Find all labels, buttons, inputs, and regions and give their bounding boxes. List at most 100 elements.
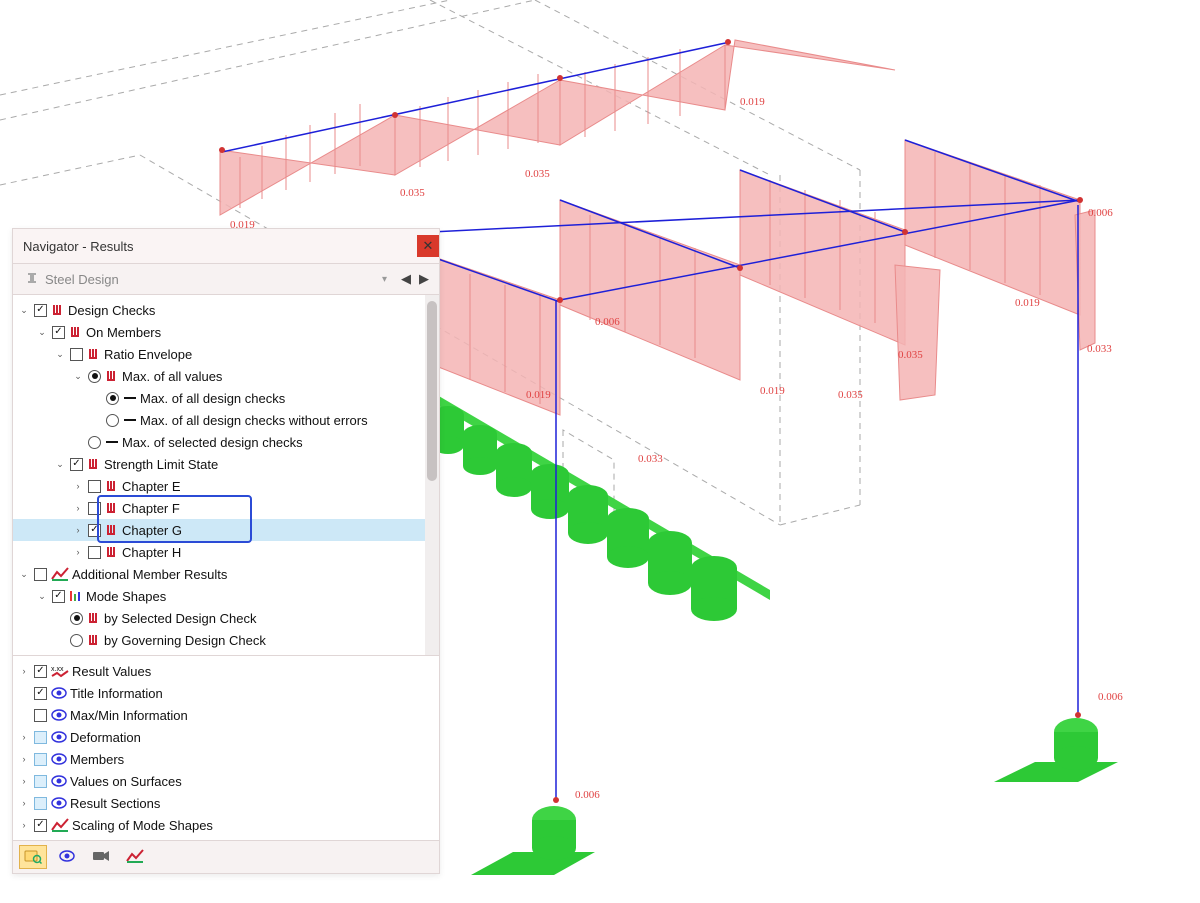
expander-icon[interactable]: ⌄ [71, 369, 85, 383]
tree-item-scaling[interactable]: › Scaling of Mode Shapes [13, 814, 439, 836]
tree-label: Max. of all design checks [140, 391, 285, 406]
frame-icon [105, 523, 119, 537]
expander-icon[interactable]: › [71, 545, 85, 559]
expander-icon[interactable]: › [71, 501, 85, 515]
eye-icon [51, 775, 67, 787]
tree-label: Values on Surfaces [70, 774, 182, 789]
tree-item-chapter-g[interactable]: › Chapter G [13, 519, 425, 541]
tree-item-design-checks[interactable]: ⌄ Design Checks [13, 299, 425, 321]
expander-icon[interactable]: ⌄ [35, 589, 49, 603]
tree-item-on-members[interactable]: ⌄ On Members [13, 321, 425, 343]
tree-item-max-all-checks[interactable]: Max. of all design checks [13, 387, 425, 409]
checkbox[interactable] [34, 797, 47, 810]
dash-icon [123, 391, 137, 405]
expander-icon[interactable]: › [17, 730, 31, 744]
tree-label: Max. of all values [122, 369, 222, 384]
checkbox[interactable] [34, 753, 47, 766]
checkbox[interactable] [88, 524, 101, 537]
tree-label: Max. of selected design checks [122, 435, 303, 450]
radio[interactable] [70, 634, 83, 647]
close-button[interactable]: ✕ [417, 235, 439, 257]
tree-item-chapter-h[interactable]: › Chapter H [13, 541, 425, 563]
expander-icon[interactable]: ⌄ [17, 567, 31, 581]
checkbox[interactable] [88, 502, 101, 515]
tree-item-maxmin[interactable]: Max/Min Information [13, 704, 439, 726]
radio[interactable] [106, 392, 119, 405]
checkbox[interactable] [34, 568, 47, 581]
expander-icon[interactable]: ⌄ [53, 347, 67, 361]
frame-icon [105, 545, 119, 559]
nav-prev-button[interactable]: ◀ [397, 268, 415, 290]
checkbox[interactable] [88, 480, 101, 493]
checkbox[interactable] [88, 546, 101, 559]
tree-label: Chapter H [122, 545, 181, 560]
checkbox[interactable] [34, 304, 47, 317]
panel-titlebar[interactable]: Navigator - Results ✕ [13, 229, 439, 264]
expander-icon[interactable]: ⌄ [35, 325, 49, 339]
tree-item-additional[interactable]: ⌄ Additional Member Results [13, 563, 425, 585]
tree-item-mode-shapes[interactable]: ⌄ Mode Shapes [13, 585, 425, 607]
checkbox[interactable] [34, 819, 47, 832]
radio[interactable] [70, 612, 83, 625]
checkbox[interactable] [70, 348, 83, 361]
expander-icon[interactable]: › [71, 479, 85, 493]
value-label: 0.035 [525, 168, 550, 180]
tree-item-members[interactable]: › Members [13, 748, 439, 770]
expander-icon[interactable]: › [71, 523, 85, 537]
graph-icon [126, 848, 144, 867]
tree-label: Chapter F [122, 501, 180, 516]
tree-label: Members [70, 752, 124, 767]
tree-item-ratio-envelope[interactable]: ⌄ Ratio Envelope [13, 343, 425, 365]
tree-item-max-all-values[interactable]: ⌄ Max. of all values [13, 365, 425, 387]
triangle-left-icon: ◀ [401, 271, 411, 287]
expander-icon[interactable]: › [17, 664, 31, 678]
tree-item-title-info[interactable]: Title Information [13, 682, 439, 704]
checkbox[interactable] [34, 687, 47, 700]
expander-icon[interactable]: › [17, 796, 31, 810]
tree-item-chapter-f[interactable]: › Chapter F [13, 497, 425, 519]
lower-tree[interactable]: › x.xx Result Values Title Information M… [13, 656, 439, 840]
radio[interactable] [88, 370, 101, 383]
scrollbar-thumb[interactable] [427, 301, 437, 481]
radio[interactable] [106, 414, 119, 427]
radio[interactable] [88, 436, 101, 449]
design-module-dropdown[interactable]: Steel Design ▾ [19, 268, 393, 290]
checkbox[interactable] [34, 665, 47, 678]
value-label: 0.019 [1015, 297, 1040, 309]
nav-next-button[interactable]: ▶ [415, 268, 433, 290]
tree-item-strength-limit[interactable]: ⌄ Strength Limit State [13, 453, 425, 475]
checkbox[interactable] [34, 775, 47, 788]
tab-camera-button[interactable] [87, 845, 115, 869]
frame-icon [105, 479, 119, 493]
checkbox[interactable] [70, 458, 83, 471]
tab-visibility-button[interactable] [53, 845, 81, 869]
checkbox[interactable] [52, 326, 65, 339]
checkbox[interactable] [34, 731, 47, 744]
tree-label: Additional Member Results [72, 567, 227, 582]
tree-label: by Selected Design Check [104, 611, 256, 626]
expander-icon[interactable]: › [17, 752, 31, 766]
tree-item-deformation[interactable]: › Deformation [13, 726, 439, 748]
tree-item-result-values[interactable]: › x.xx Result Values [13, 660, 439, 682]
tree-item-result-sections[interactable]: › Result Sections [13, 792, 439, 814]
tree-label: Chapter E [122, 479, 181, 494]
value-label: 0.033 [638, 453, 663, 465]
checkbox[interactable] [52, 590, 65, 603]
checkbox[interactable] [34, 709, 47, 722]
tree-label: Title Information [70, 686, 163, 701]
expander-icon[interactable]: ⌄ [17, 303, 31, 317]
tree-item-chapter-e[interactable]: › Chapter E [13, 475, 425, 497]
expander-icon[interactable]: › [17, 818, 31, 832]
tree-item-max-selected[interactable]: Max. of selected design checks [13, 431, 425, 453]
expander-icon[interactable]: ⌄ [53, 457, 67, 471]
tree-item-by-selected[interactable]: by Selected Design Check [13, 607, 425, 629]
tree-item-by-governing[interactable]: by Governing Design Check [13, 629, 425, 651]
expander-icon[interactable]: › [17, 774, 31, 788]
svg-text:x.xx: x.xx [51, 666, 64, 673]
scrollbar[interactable] [425, 295, 439, 655]
results-tree[interactable]: ⌄ Design Checks ⌄ On Members ⌄ Ratio Env… [13, 295, 425, 655]
tree-item-values-surfaces[interactable]: › Values on Surfaces [13, 770, 439, 792]
tab-diagram-button[interactable] [121, 845, 149, 869]
tree-item-max-all-checks-no-err[interactable]: Max. of all design checks without errors [13, 409, 425, 431]
tab-navigator-button[interactable] [19, 845, 47, 869]
